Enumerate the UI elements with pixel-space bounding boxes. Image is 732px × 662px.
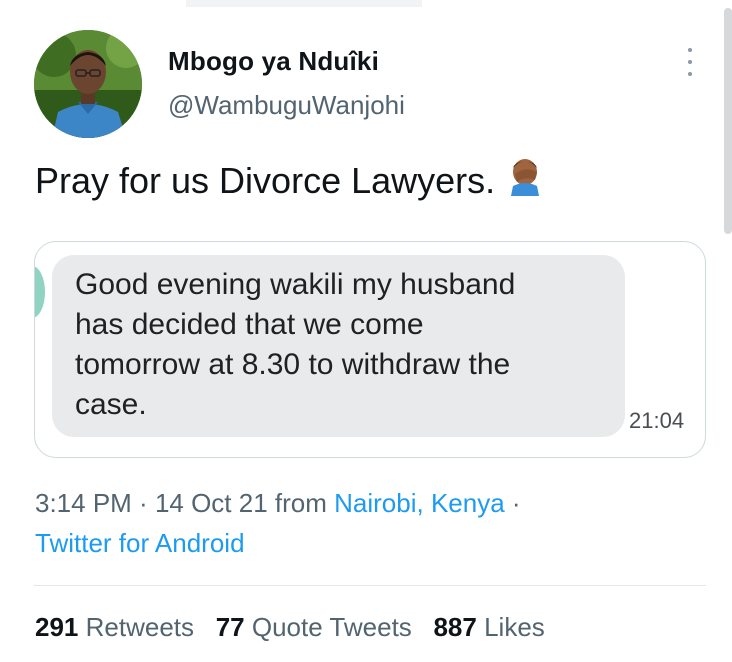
author-display-name[interactable]: Mbogo ya Nduîki [168, 46, 379, 77]
divider [34, 585, 706, 586]
scrollbar[interactable] [724, 8, 732, 234]
retweets-stat[interactable]: 291 Retweets [35, 612, 194, 642]
tweet-time[interactable]: 3:14 PM [35, 488, 132, 518]
screenshot-media-card[interactable]: Good evening wakili my husband has decid… [34, 241, 706, 458]
message-timestamp: 21:04 [629, 408, 685, 433]
quote-tweets-label: Quote Tweets [251, 612, 412, 642]
meta-separator: · [504, 488, 521, 518]
likes-stat[interactable]: 887 Likes [433, 612, 544, 642]
message-line: Good evening wakili my husband [75, 268, 516, 301]
tweet-meta: 3:14 PM · 14 Oct 21 from Nairobi, Kenya … [35, 488, 521, 519]
tweet-date[interactable]: 14 Oct 21 [155, 488, 268, 518]
tweet-stats: 291 Retweets 77 Quote Tweets 887 Likes [35, 612, 545, 643]
from-label: from [267, 488, 335, 518]
chat-avatar-edge [35, 266, 45, 318]
source-link[interactable]: Twitter for Android [35, 528, 245, 558]
tweet-text: Pray for us Divorce Lawyers. [35, 156, 545, 205]
retweets-count: 291 [35, 612, 79, 642]
meta-separator: · [131, 488, 155, 518]
top-bar-fragment [186, 0, 422, 7]
retweets-label: Retweets [85, 612, 195, 642]
quote-tweets-count: 77 [215, 612, 245, 642]
avatar[interactable] [34, 30, 142, 138]
facepalm-emoji-icon [505, 156, 545, 205]
quote-tweets-stat[interactable]: 77 Quote Tweets [216, 612, 412, 642]
message-line: has decided that we come [75, 308, 424, 341]
message-line: case. [75, 388, 147, 421]
message-line: tomorrow at 8.30 to withdraw the [75, 348, 511, 381]
tweet-body: Pray for us Divorce Lawyers. [35, 159, 496, 201]
location-link[interactable]: Nairobi, Kenya [334, 488, 505, 518]
likes-label: Likes [484, 612, 545, 642]
likes-count: 887 [433, 612, 477, 642]
tweet-source-row: Twitter for Android [35, 528, 245, 559]
more-options-icon[interactable] [680, 46, 700, 78]
author-handle[interactable]: @WambuguWanjohi [168, 90, 405, 121]
